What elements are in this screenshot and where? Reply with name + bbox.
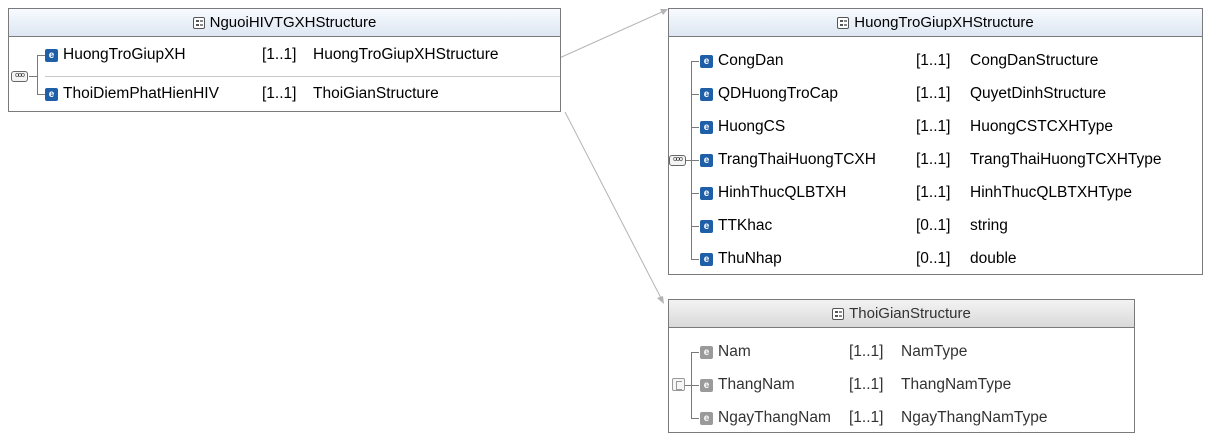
element-icon: e bbox=[700, 219, 713, 233]
complex-type-icon bbox=[837, 16, 850, 29]
connector-arrowhead bbox=[660, 9, 668, 15]
element-icon: e bbox=[700, 54, 713, 68]
tree-connector bbox=[29, 76, 37, 77]
element-type: NamType bbox=[901, 343, 968, 360]
element-type: HuongCSTCXHType bbox=[970, 118, 1114, 135]
element-name: TrangThaiHuongTCXH bbox=[718, 151, 876, 168]
structure-header: HuongTroGiupXHStructure bbox=[669, 9, 1202, 37]
element-row[interactable]: e ThangNam [1..1] ThangNamType bbox=[669, 370, 1134, 400]
connector-arrowhead bbox=[657, 296, 664, 304]
element-name: HuongCS bbox=[718, 118, 786, 135]
structure-box-thoigian[interactable]: ThoiGianStructure e Nam [1..1] NamType eT… bbox=[668, 299, 1135, 433]
structure-box-huongtrogiupxh[interactable]: HuongTroGiupXHStructure ooo e CongDan [1.… bbox=[668, 8, 1203, 275]
element-cardinality: [1..1] bbox=[916, 85, 951, 102]
element-icon: e bbox=[700, 411, 713, 425]
element-row[interactable]: e TTKhac [0..1] string bbox=[669, 211, 1202, 241]
row-separator bbox=[45, 76, 560, 77]
structure-header: NguoiHIVTGXHStructure bbox=[9, 9, 560, 37]
element-cardinality: [1..1] bbox=[916, 184, 951, 201]
element-type: QuyetDinhStructure bbox=[970, 85, 1107, 102]
element-row[interactable]: e ThoiDiemPhatHienHIV [1..1] ThoiGianStru… bbox=[9, 79, 560, 109]
element-row[interactable]: e HuongTroGiupXH [1..1] HuongTroGiupXHStr… bbox=[9, 40, 560, 70]
element-name: ThuNhap bbox=[718, 250, 782, 267]
structure-title: HuongTroGiupXHStructure bbox=[854, 14, 1034, 31]
complex-type-icon bbox=[192, 16, 205, 29]
structure-box-nguoihivtgxh[interactable]: NguoiHIVTGXHStructure ooo e HuongTroGiupX… bbox=[8, 8, 561, 112]
element-type: NgayThangNamType bbox=[901, 409, 1048, 426]
element-cardinality: [1..1] bbox=[262, 85, 297, 102]
element-name: NgayThangNam bbox=[718, 409, 831, 426]
complex-type-icon bbox=[832, 307, 845, 320]
element-row[interactable]: e NgayThangNam [1..1] NgayThangNamType bbox=[669, 403, 1134, 433]
element-name: CongDan bbox=[718, 52, 784, 69]
element-type: ThangNamType bbox=[901, 376, 1012, 393]
element-row[interactable]: e QDHuongTroCap [1..1] QuyetDinhStructure bbox=[669, 79, 1202, 109]
element-type: ThoiGianStructure bbox=[313, 85, 439, 102]
element-cardinality: [0..1] bbox=[916, 217, 951, 234]
element-row[interactable]: e HuongCS [1..1] HuongCSTCXHType bbox=[669, 112, 1202, 142]
connector-huongtrogiupxh bbox=[554, 10, 665, 61]
element-type: double bbox=[970, 250, 1017, 267]
element-cardinality: [1..1] bbox=[916, 118, 951, 135]
element-name: ThangNam bbox=[718, 376, 795, 393]
element-name: Nam bbox=[718, 343, 751, 360]
element-type: HuongTroGiupXHStructure bbox=[313, 46, 499, 63]
element-cardinality: [1..1] bbox=[849, 409, 884, 426]
element-cardinality: [0..1] bbox=[916, 250, 951, 267]
element-name: HuongTroGiupXH bbox=[63, 46, 186, 63]
element-name: HinhThucQLBTXH bbox=[718, 184, 847, 201]
element-row[interactable]: e CongDan [1..1] CongDanStructure bbox=[669, 46, 1202, 76]
element-row[interactable]: e HinhThucQLBTXH [1..1] HinhThucQLBTXHTyp… bbox=[669, 178, 1202, 208]
element-cardinality: [1..1] bbox=[916, 151, 951, 168]
element-name: ThoiDiemPhatHienHIV bbox=[63, 85, 219, 102]
element-icon: e bbox=[700, 252, 713, 266]
element-name: TTKhac bbox=[718, 217, 773, 234]
element-icon: e bbox=[700, 378, 713, 392]
element-icon: e bbox=[45, 48, 58, 62]
element-type: CongDanStructure bbox=[970, 52, 1099, 69]
element-type: string bbox=[970, 217, 1008, 234]
structure-header: ThoiGianStructure bbox=[669, 300, 1134, 328]
element-icon: e bbox=[700, 345, 713, 359]
element-name: QDHuongTroCap bbox=[718, 85, 839, 102]
element-icon: e bbox=[45, 87, 58, 101]
connector-thoidiemphathienhiv bbox=[564, 111, 663, 301]
structure-title: ThoiGianStructure bbox=[849, 305, 971, 322]
structure-title: NguoiHIVTGXHStructure bbox=[209, 14, 377, 31]
element-row[interactable]: e Nam [1..1] NamType bbox=[669, 337, 1134, 367]
element-cardinality: [1..1] bbox=[262, 46, 297, 63]
element-type: HinhThucQLBTXHType bbox=[970, 184, 1132, 201]
element-icon: e bbox=[700, 153, 713, 167]
element-cardinality: [1..1] bbox=[849, 343, 884, 360]
element-icon: e bbox=[700, 87, 713, 101]
element-icon: e bbox=[700, 120, 713, 134]
element-type: TrangThaiHuongTCXHType bbox=[970, 151, 1162, 168]
element-icon: e bbox=[700, 186, 713, 200]
element-cardinality: [1..1] bbox=[916, 52, 951, 69]
element-row[interactable]: e TrangThaiHuongTCXH [1..1] TrangThaiHuon… bbox=[669, 145, 1202, 175]
element-cardinality: [1..1] bbox=[849, 376, 884, 393]
element-row[interactable]: e ThuNhap [0..1] double bbox=[669, 244, 1202, 274]
